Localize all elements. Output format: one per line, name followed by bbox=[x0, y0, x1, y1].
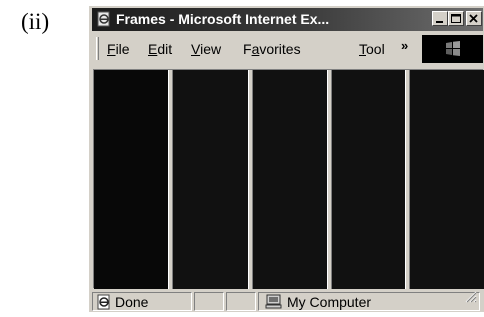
status-pane-progress bbox=[194, 292, 224, 311]
frame-1[interactable] bbox=[94, 70, 168, 289]
menu-overflow-chevron[interactable]: » bbox=[401, 38, 408, 53]
status-text: Done bbox=[115, 294, 149, 310]
ie-page-icon bbox=[96, 294, 112, 315]
toolbar-grip[interactable] bbox=[96, 37, 99, 60]
maximize-button[interactable] bbox=[448, 11, 464, 26]
title-bar[interactable]: Frames - Microsoft Internet Ex... bbox=[92, 8, 483, 31]
throbber bbox=[422, 35, 483, 63]
menu-tools-label: Tool bbox=[359, 41, 385, 57]
browser-window: Frames - Microsoft Internet Ex... File E… bbox=[89, 6, 484, 312]
resize-grip-icon[interactable] bbox=[465, 290, 477, 308]
windows-logo-icon bbox=[446, 41, 460, 56]
ie-page-icon bbox=[96, 11, 112, 27]
menu-view[interactable]: View bbox=[191, 41, 221, 57]
minimize-icon bbox=[436, 21, 443, 23]
maximize-icon bbox=[451, 14, 461, 23]
menu-favorites[interactable]: Favorites bbox=[243, 41, 301, 57]
frameset-content bbox=[93, 69, 484, 289]
figure-caption: (ii) bbox=[21, 9, 50, 34]
menu-file-label: File bbox=[107, 41, 130, 57]
menu-tools[interactable]: Tool bbox=[359, 41, 385, 57]
menu-file[interactable]: File bbox=[107, 41, 130, 57]
close-icon bbox=[469, 14, 478, 23]
close-button[interactable] bbox=[466, 11, 482, 26]
frame-4[interactable] bbox=[332, 70, 405, 289]
zone-text: My Computer bbox=[287, 294, 372, 310]
status-pane-main: Done bbox=[92, 292, 192, 311]
frame-5[interactable] bbox=[410, 70, 484, 289]
my-computer-icon bbox=[265, 294, 283, 315]
frame-3[interactable] bbox=[253, 70, 327, 289]
menu-view-label: View bbox=[191, 41, 222, 57]
menu-bar: File Edit View Favorites Tool » bbox=[92, 34, 483, 64]
window-title: Frames - Microsoft Internet Ex... bbox=[116, 11, 330, 27]
status-bar: Done My Computer bbox=[92, 291, 483, 312]
status-pane-zone: My Computer bbox=[258, 290, 480, 311]
status-pane-secure bbox=[226, 292, 256, 311]
frame-2[interactable] bbox=[173, 70, 248, 289]
menu-favorites-label: Favorites bbox=[243, 41, 301, 57]
menu-edit[interactable]: Edit bbox=[148, 41, 172, 57]
menu-edit-label: Edit bbox=[148, 41, 173, 57]
minimize-button[interactable] bbox=[432, 11, 448, 26]
